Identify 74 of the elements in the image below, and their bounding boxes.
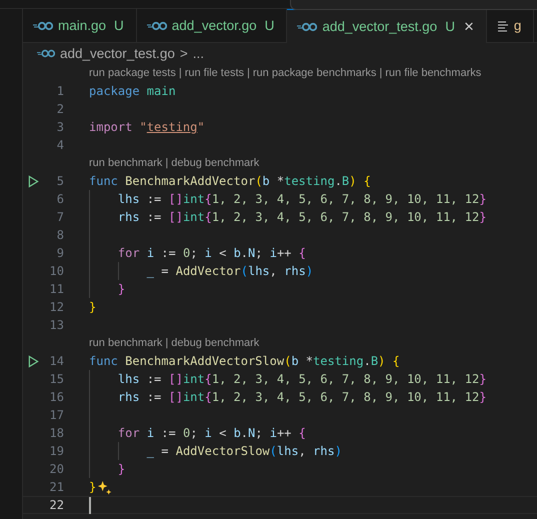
line-number: 7 (56, 210, 64, 224)
code-line: } (89, 300, 96, 314)
code-line: for i := 0; i < b.N; i++ { (118, 426, 306, 440)
line-number: 4 (56, 138, 64, 152)
code-line: _ = AddVectorSlow(lhs, rhs) (146, 444, 342, 458)
code-lens-link[interactable]: run package tests (89, 67, 176, 79)
code-line: func BenchmarkAddVectorSlow(b *testing.B) { (89, 354, 400, 368)
lens-separator: | (379, 67, 382, 79)
line-number: 13 (48, 318, 64, 332)
line-number: 6 (56, 192, 64, 206)
text-cursor (89, 496, 91, 514)
line-number: 12 (48, 300, 64, 314)
lens-separator: | (165, 157, 168, 169)
code-lens-link[interactable]: run benchmark (89, 157, 162, 169)
line-number: 16 (48, 390, 64, 404)
line-number: 18 (48, 426, 64, 440)
tab-label: add_vector_test.go (322, 19, 438, 34)
editor-tab[interactable]: add_vector_test.go U × (287, 9, 487, 43)
go-file-icon (33, 20, 53, 30)
line-number: 3 (56, 120, 64, 134)
breadcrumb-item[interactable]: add_vector_test.go (60, 46, 175, 61)
breadcrumb-separator: > (180, 46, 188, 61)
line-number: 10 (48, 264, 64, 278)
code-line: rhs := []int{1, 2, 3, 4, 5, 6, 7, 8, 9, 10, 11, 12} (118, 390, 486, 404)
line-number: 15 (48, 372, 64, 386)
git-status: U (114, 18, 124, 33)
code-line: lhs := []int{1, 2, 3, 4, 5, 6, 7, 8, 9, 10, 11, 12} (118, 192, 486, 206)
lens-separator: | (247, 67, 250, 79)
go-file-icon (297, 22, 318, 32)
list-icon (496, 20, 509, 32)
tab-label: add_vector.go (172, 18, 257, 33)
line-number: 20 (48, 462, 64, 476)
line-number: 8 (56, 228, 64, 242)
run-icon[interactable] (28, 174, 39, 188)
line-number: 22 (48, 498, 64, 512)
line-number: 14 (48, 354, 64, 368)
code-line: } (89, 480, 96, 494)
code-lens-link[interactable]: debug benchmark (171, 337, 260, 349)
go-file-icon (37, 49, 55, 58)
run-icon[interactable] (28, 354, 39, 368)
code-lens-link[interactable]: run file tests (184, 67, 244, 79)
tab-label: g (514, 18, 522, 33)
line-number: 17 (48, 408, 64, 422)
line-number: 5 (56, 174, 64, 188)
code-line: } (118, 462, 126, 476)
line-number: 1 (56, 84, 64, 98)
code-line: _ = AddVector(lhs, rhs) (146, 264, 314, 278)
code-lens-link[interactable]: run file benchmarks (385, 67, 482, 79)
close-button[interactable]: × (464, 18, 474, 35)
line-number: 9 (56, 246, 64, 260)
line-number: 2 (56, 102, 64, 116)
tab-label: main.go (58, 18, 106, 33)
git-status: U (445, 19, 455, 34)
code-lens-link[interactable]: debug benchmark (171, 157, 260, 169)
editor-tab[interactable]: main.go U (23, 9, 137, 42)
sparkle-icon[interactable] (97, 480, 112, 494)
code-line: rhs := []int{1, 2, 3, 4, 5, 6, 7, 8, 9, 10, 11, 12} (118, 210, 486, 224)
lens-separator: | (165, 337, 168, 349)
code-lens-link[interactable]: run package benchmarks (252, 67, 376, 79)
code-lens-link[interactable]: run benchmark (89, 337, 162, 349)
code-line: for i := 0; i < b.N; i++ { (118, 246, 306, 260)
lens-separator: | (178, 67, 182, 79)
code-line: package main (89, 84, 176, 98)
line-number: 11 (48, 282, 64, 296)
code-line: } (118, 282, 126, 296)
breadcrumb-item[interactable]: ... (192, 46, 204, 61)
code-line: func BenchmarkAddVector(b *testing.B) { (89, 174, 371, 188)
line-number: 21 (48, 480, 64, 494)
git-status: U (264, 18, 274, 33)
line-number: 19 (48, 444, 64, 458)
editor-tab[interactable]: g (486, 9, 534, 42)
code-line: lhs := []int{1, 2, 3, 4, 5, 6, 7, 8, 9, 10, 11, 12} (118, 372, 486, 386)
go-file-icon (146, 20, 167, 30)
code-line: import "testing" (89, 120, 205, 134)
